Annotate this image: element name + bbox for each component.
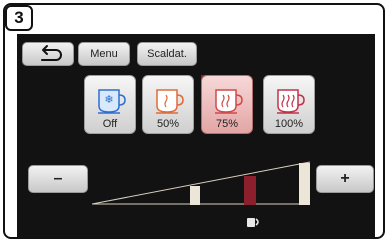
ramp-line (92, 161, 311, 205)
temp-option-100[interactable]: 100% (263, 75, 315, 134)
back-button[interactable] (22, 42, 74, 66)
temp-label-100: 100% (274, 118, 304, 130)
level-bar-selected (244, 176, 256, 205)
temp-label-75: 75% (215, 118, 239, 130)
menu-button[interactable]: Menu (78, 42, 130, 66)
temp-label-off: Off (102, 118, 118, 130)
temp-option-off[interactable]: ❄ Off (84, 75, 136, 134)
decrease-button[interactable]: – (28, 165, 88, 193)
level-ramp (92, 160, 312, 205)
temp-option-75[interactable]: 75% (201, 75, 253, 134)
step-number-badge: 3 (5, 5, 33, 31)
steam-cup-icon (215, 89, 243, 114)
temp-label-50: 50% (156, 118, 180, 130)
svg-text:❄: ❄ (104, 93, 113, 106)
back-arrow-icon (41, 45, 62, 61)
level-bar-3 (299, 163, 310, 205)
scald-button[interactable]: Scaldat. (137, 42, 197, 66)
pump-icon (247, 218, 259, 227)
steam-cup-icon (156, 89, 184, 114)
temp-option-50[interactable]: 50% (142, 75, 194, 134)
snowflake-cup-icon: ❄ (98, 89, 126, 114)
level-bar-1 (190, 186, 200, 205)
increase-button[interactable]: + (316, 165, 374, 193)
steam-cup-icon (277, 89, 305, 114)
